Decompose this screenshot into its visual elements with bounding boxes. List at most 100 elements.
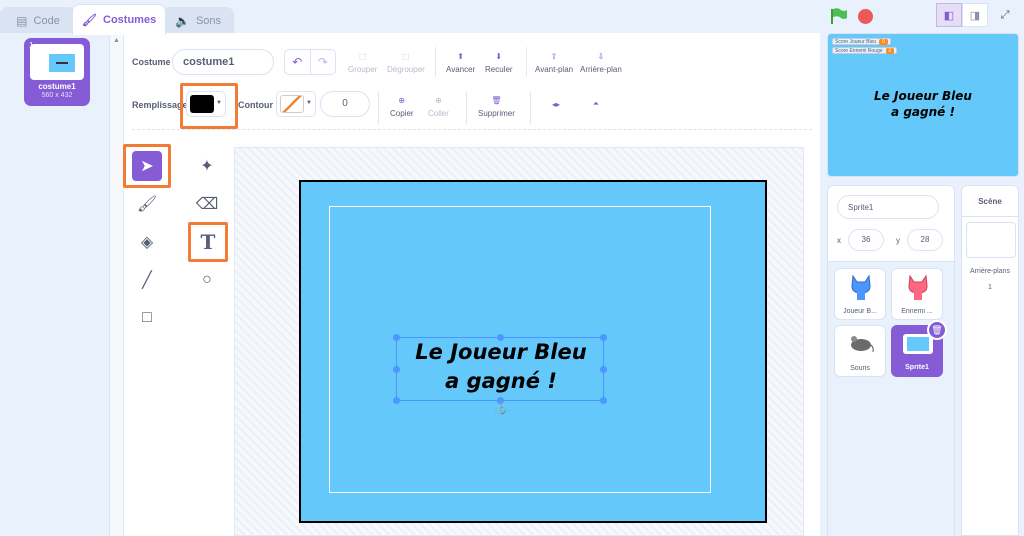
resize-handle[interactable] — [393, 397, 400, 404]
stage-preview[interactable]: Score Joueur Bleu 0 Score Ennemi Rouge 0… — [827, 33, 1019, 177]
resize-handle[interactable] — [600, 397, 607, 404]
stage-text: Le Joueur Bleu a gagné ! — [828, 88, 1018, 120]
sprite-name-input[interactable]: Sprite1 — [837, 195, 939, 219]
tab-code-label: Code — [33, 15, 60, 27]
copy-button[interactable]: ⊕ Copier — [390, 91, 414, 119]
tab-costumes[interactable]: 🖌 Costumes — [72, 4, 166, 35]
sprite-tile[interactable]: Ennemi ... — [891, 268, 943, 320]
reshape-tool[interactable]: ✦ — [192, 151, 222, 181]
undo-redo-group: ↶ ↷ — [284, 49, 336, 75]
ungroup-button[interactable]: ⬚ Dégrouper — [387, 47, 425, 75]
chevron-down-icon: ▼ — [306, 100, 312, 106]
costume-name-input[interactable]: costume1 — [172, 49, 274, 75]
mouse-icon — [851, 336, 874, 353]
sprite-list: Joueur B... Ennemi ... Souris Sprite1 🗑 — [828, 262, 954, 536]
sprite-tile-name: Souris — [850, 365, 870, 372]
scroll-up-icon: ▲ — [113, 37, 120, 44]
delete-button[interactable]: 🗑 Supprimer — [478, 91, 515, 119]
costume-thumbnail-frame — [30, 44, 84, 80]
background-rectangle[interactable]: Le Joueur Bleu a gagné ! ✛ ⚓ — [299, 180, 767, 523]
fullscreen-icon: ⤢ — [1000, 8, 1010, 21]
redo-icon: ↷ — [317, 55, 328, 69]
copy-icon: ⊕ — [398, 95, 406, 105]
sprite-tile[interactable]: Souris — [834, 325, 886, 377]
text-tool[interactable]: T — [193, 227, 223, 257]
sprite-tile[interactable]: Joueur B... — [834, 268, 886, 320]
red-cat-icon — [908, 274, 928, 300]
undo-button[interactable]: ↶ — [285, 50, 310, 74]
forward-button[interactable]: ⬆ Avancer — [446, 47, 476, 75]
x-input[interactable]: 36 — [848, 229, 884, 251]
rectangle-tool[interactable]: □ — [132, 303, 162, 333]
large-stage-button[interactable]: ◨ — [962, 3, 988, 27]
costume-tile[interactable]: 1 costume1 560 x 432 — [24, 38, 90, 106]
group-icon: ⬚ — [358, 51, 367, 61]
small-stage-button[interactable]: ◧ — [936, 3, 962, 27]
fill-tool[interactable]: ◈ — [132, 227, 162, 257]
arrow-cursor-icon: ➤ — [140, 158, 154, 175]
x-label: x — [837, 236, 841, 245]
variable-monitor: Score Ennemi Rouge 0 — [832, 47, 898, 54]
paste-label: Coller — [428, 109, 449, 118]
paint-editor: ▲ Costume costume1 ↶ ↷ ⬚ Grouper ⬚ Dégro… — [110, 33, 820, 536]
sprite-tile-name: Joueur B... — [843, 308, 877, 315]
stop-icon[interactable] — [858, 9, 873, 24]
green-flag-icon[interactable] — [830, 8, 848, 24]
scene-title: Scène — [962, 186, 1018, 217]
group-label: Grouper — [348, 65, 378, 74]
outline-color-picker[interactable]: ▼ — [276, 91, 316, 117]
center-marker-icon: ✛ — [497, 365, 506, 376]
backward-button[interactable]: ⬇ Reculer — [485, 47, 513, 75]
monitor-value: 0 — [885, 47, 895, 54]
select-tool[interactable]: ➤ — [132, 151, 162, 181]
code-icon: ▤ — [16, 14, 28, 28]
ungroup-icon: ⬚ — [402, 51, 410, 61]
line-icon: ╱ — [142, 272, 152, 289]
sprite1-thumbnail — [903, 334, 933, 354]
circle-icon: ○ — [202, 271, 212, 288]
large-stage-icon: ◨ — [969, 9, 981, 22]
stage-text-line2: a gagné ! — [891, 105, 955, 119]
delete-sprite-button[interactable]: 🗑 — [927, 320, 947, 340]
tab-code[interactable]: ▤ Code — [0, 7, 76, 34]
costume-tile-size: 560 x 432 — [41, 92, 73, 99]
flip-horizontal-button[interactable]: ◂▸ — [546, 95, 566, 113]
bring-front-icon: ⇧ — [550, 51, 558, 61]
rotate-handle-icon[interactable]: ⚓ — [494, 402, 508, 415]
paint-bucket-icon: ◈ — [140, 234, 154, 251]
front-button[interactable]: ⇧ Avant-plan — [535, 47, 573, 75]
paste-button[interactable]: ⊕ Coller — [428, 91, 449, 119]
costume-label: Costume — [132, 57, 171, 67]
brush-tool[interactable]: 🖌 — [132, 189, 162, 219]
y-input[interactable]: 28 — [907, 229, 943, 251]
line-tool[interactable]: ╱ — [132, 265, 162, 295]
redo-button[interactable]: ↷ — [309, 50, 336, 74]
scrollbar[interactable]: ▲ — [110, 33, 124, 536]
circle-tool[interactable]: ○ — [192, 265, 222, 295]
fullscreen-button[interactable]: ⤢ — [992, 3, 1018, 27]
sprite-tile-selected[interactable]: Sprite1 🗑 — [891, 320, 947, 377]
tab-sons-label: Sons — [195, 15, 222, 27]
delete-label: Supprimer — [478, 109, 515, 118]
sprite-info: Sprite1 x 36 y 28 — [828, 186, 954, 262]
outline-swatch — [280, 95, 304, 113]
toolbar-divider — [435, 47, 436, 77]
blue-cat-icon — [851, 274, 871, 300]
tab-sons[interactable]: 🔈 Sons — [162, 7, 234, 34]
costume-thumbnail — [49, 54, 75, 72]
monitor-label: Score Ennemi Rouge — [835, 47, 883, 54]
sprite-pane: Sprite1 x 36 y 28 Joueur B... Ennemi ... — [827, 185, 955, 536]
paste-icon: ⊕ — [435, 95, 442, 105]
sprite-tile-name: Sprite1 — [905, 364, 929, 371]
backdrop-thumbnail[interactable] — [966, 222, 1016, 258]
back-button[interactable]: ⇩ Arrière-plan — [580, 47, 622, 75]
group-button[interactable]: ⬚ Grouper — [348, 47, 378, 75]
flip-vertical-button[interactable]: ⏶ — [586, 95, 606, 113]
outline-width-input[interactable]: 0 — [320, 91, 370, 117]
paint-canvas[interactable]: Le Joueur Bleu a gagné ! ✛ ⚓ — [234, 147, 804, 536]
forward-label: Avancer — [446, 65, 476, 74]
monitor-value: 0 — [879, 38, 888, 45]
backdrops-label: Arrière-plans — [969, 268, 1011, 275]
costume-list: 1 costume1 560 x 432 — [0, 33, 110, 536]
eraser-tool[interactable]: ⌫ — [192, 189, 222, 219]
